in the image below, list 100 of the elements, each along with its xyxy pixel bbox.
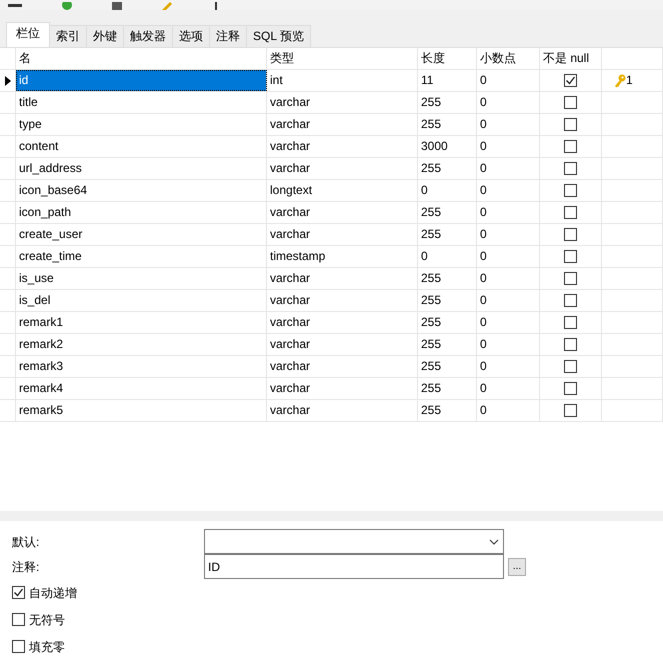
table-cell[interactable]: type bbox=[16, 114, 267, 135]
table-row[interactable]: icon_base64 longtext 0 0 bbox=[0, 180, 663, 202]
table-cell[interactable]: varchar bbox=[267, 378, 418, 399]
tab[interactable]: 注释 bbox=[209, 25, 247, 47]
checkbox[interactable] bbox=[564, 74, 577, 87]
checkbox[interactable] bbox=[564, 206, 577, 219]
table-cell[interactable]: 0 bbox=[477, 378, 540, 399]
table-cell[interactable]: 255 bbox=[418, 334, 477, 355]
tab[interactable]: 索引 bbox=[49, 25, 87, 47]
table-cell[interactable]: varchar bbox=[267, 224, 418, 245]
table-row[interactable]: create_time timestamp 0 0 bbox=[0, 246, 663, 268]
table-cell[interactable]: is_del bbox=[16, 290, 267, 311]
checkbox[interactable] bbox=[564, 250, 577, 263]
table-cell[interactable]: remark4 bbox=[16, 378, 267, 399]
table-cell[interactable]: 1 bbox=[602, 70, 663, 91]
checkbox[interactable] bbox=[564, 228, 577, 241]
table-cell[interactable]: 0 bbox=[477, 224, 540, 245]
table-cell[interactable]: 0 bbox=[477, 312, 540, 333]
table-cell[interactable]: varchar bbox=[267, 334, 418, 355]
table-cell[interactable]: 255 bbox=[418, 224, 477, 245]
tab[interactable]: 栏位 bbox=[6, 22, 50, 47]
checkbox[interactable] bbox=[564, 382, 577, 395]
table-cell[interactable]: url_address bbox=[16, 158, 267, 179]
checkbox[interactable] bbox=[564, 96, 577, 109]
column-header[interactable]: 名 bbox=[16, 48, 267, 69]
table-row[interactable]: url_address varchar 255 0 bbox=[0, 158, 663, 180]
column-header[interactable]: 不是 null bbox=[540, 48, 602, 69]
table-cell[interactable]: 0 bbox=[477, 158, 540, 179]
table-cell[interactable]: 255 bbox=[418, 158, 477, 179]
table-cell[interactable]: remark1 bbox=[16, 312, 267, 333]
tab[interactable]: SQL 预览 bbox=[246, 25, 311, 47]
table-cell[interactable]: 0 bbox=[477, 246, 540, 267]
table-cell[interactable]: 0 bbox=[477, 114, 540, 135]
table-cell[interactable]: remark3 bbox=[16, 356, 267, 377]
table-cell[interactable]: 11 bbox=[418, 70, 477, 91]
column-header[interactable]: 小数点 bbox=[477, 48, 540, 69]
table-row[interactable]: is_del varchar 255 0 bbox=[0, 290, 663, 312]
table-cell[interactable]: timestamp bbox=[267, 246, 418, 267]
checkbox[interactable] bbox=[564, 404, 577, 417]
table-cell[interactable]: int bbox=[267, 70, 418, 91]
table-cell[interactable]: id bbox=[16, 70, 267, 91]
column-header[interactable]: 长度 bbox=[418, 48, 477, 69]
checkbox[interactable] bbox=[564, 140, 577, 153]
table-cell[interactable]: remark2 bbox=[16, 334, 267, 355]
table-row[interactable]: remark2 varchar 255 0 bbox=[0, 334, 663, 356]
table-cell[interactable]: varchar bbox=[267, 356, 418, 377]
table-cell[interactable]: longtext bbox=[267, 180, 418, 201]
table-cell[interactable]: title bbox=[16, 92, 267, 113]
table-cell[interactable]: 0 bbox=[477, 70, 540, 91]
table-cell[interactable]: 0 bbox=[477, 268, 540, 289]
table-row[interactable]: is_use varchar 255 0 bbox=[0, 268, 663, 290]
table-cell[interactable]: varchar bbox=[267, 202, 418, 223]
table-cell[interactable]: varchar bbox=[267, 114, 418, 135]
table-cell[interactable]: varchar bbox=[267, 400, 418, 421]
table-row[interactable]: content varchar 3000 0 bbox=[0, 136, 663, 158]
checkbox[interactable] bbox=[564, 338, 577, 351]
checkbox[interactable] bbox=[12, 640, 25, 653]
checkbox[interactable] bbox=[12, 586, 25, 599]
table-cell[interactable]: 255 bbox=[418, 378, 477, 399]
checkbox[interactable] bbox=[564, 118, 577, 131]
checkbox[interactable] bbox=[564, 162, 577, 175]
table-row[interactable]: remark5 varchar 255 0 bbox=[0, 400, 663, 422]
table-cell[interactable]: create_time bbox=[16, 246, 267, 267]
menu-icon[interactable] bbox=[8, 2, 22, 10]
table-cell[interactable]: varchar bbox=[267, 92, 418, 113]
table-cell[interactable]: create_user bbox=[16, 224, 267, 245]
table-cell[interactable]: varchar bbox=[267, 158, 418, 179]
table-row[interactable]: remark4 varchar 255 0 bbox=[0, 378, 663, 400]
table-cell[interactable]: 0 bbox=[477, 136, 540, 157]
table-row[interactable]: create_user varchar 255 0 bbox=[0, 224, 663, 246]
table-cell[interactable]: 0 bbox=[418, 246, 477, 267]
table-row[interactable]: remark1 varchar 255 0 bbox=[0, 312, 663, 334]
tab[interactable]: 触发器 bbox=[123, 25, 173, 47]
table-row[interactable]: icon_path varchar 255 0 bbox=[0, 202, 663, 224]
table-cell[interactable]: 255 bbox=[418, 202, 477, 223]
table-cell[interactable]: 0 bbox=[477, 180, 540, 201]
browse-button[interactable]: ... bbox=[508, 558, 526, 576]
table-cell[interactable]: 0 bbox=[477, 290, 540, 311]
table-row[interactable]: id int 11 0 1 bbox=[0, 70, 663, 92]
table-cell[interactable]: 255 bbox=[418, 114, 477, 135]
table-row[interactable]: type varchar 255 0 bbox=[0, 114, 663, 136]
default-dropdown[interactable] bbox=[204, 529, 504, 554]
table-cell[interactable]: 255 bbox=[418, 268, 477, 289]
column-header[interactable]: 类型 bbox=[267, 48, 418, 69]
comment-field[interactable]: ID bbox=[204, 554, 504, 579]
checkbox[interactable] bbox=[564, 184, 577, 197]
table-cell[interactable]: icon_base64 bbox=[16, 180, 267, 201]
table-cell[interactable]: 255 bbox=[418, 356, 477, 377]
table-cell[interactable]: 3000 bbox=[418, 136, 477, 157]
checkbox[interactable] bbox=[564, 272, 577, 285]
checkbox[interactable] bbox=[564, 316, 577, 329]
table-cell[interactable]: content bbox=[16, 136, 267, 157]
table-cell[interactable]: 255 bbox=[418, 92, 477, 113]
tab[interactable]: 外键 bbox=[86, 25, 124, 47]
table-cell[interactable]: 0 bbox=[477, 356, 540, 377]
table-cell[interactable]: 255 bbox=[418, 290, 477, 311]
table-row[interactable]: remark3 varchar 255 0 bbox=[0, 356, 663, 378]
table-cell[interactable]: 0 bbox=[477, 92, 540, 113]
table-cell[interactable]: 255 bbox=[418, 400, 477, 421]
table-cell[interactable]: varchar bbox=[267, 290, 418, 311]
